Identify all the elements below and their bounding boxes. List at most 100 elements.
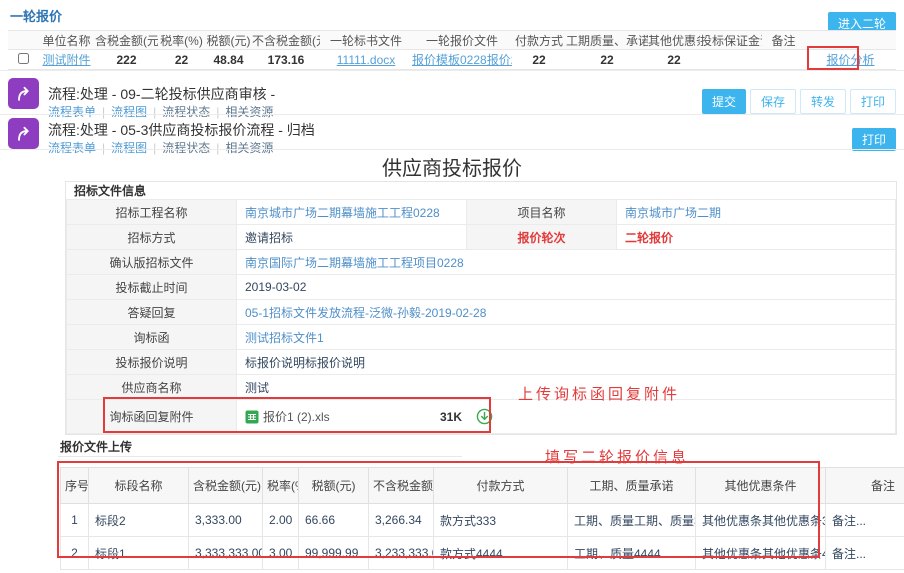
bid-info-table: 招标工程名称 南京城市广场二期幕墙施工工程0228 项目名称 南京城市广场二期 … <box>66 199 896 434</box>
cell-section-name: 标段2 <box>89 504 189 537</box>
bid-doc-link[interactable]: 11111.docx <box>337 53 396 67</box>
value-deadline: 2019-03-02 <box>237 275 896 300</box>
cell-duration-quality: 22 <box>566 53 648 67</box>
cell-other-terms: 22 <box>648 53 700 67</box>
excel-file-icon <box>245 410 259 424</box>
workflow-icon <box>8 78 39 109</box>
row-checkbox[interactable] <box>18 53 29 64</box>
col-section-name: 标段名称 <box>89 468 189 504</box>
col-amount-incl: 含税金额(元) <box>95 32 158 49</box>
download-icon[interactable] <box>476 408 493 425</box>
cell-remark: 备注... <box>826 504 904 537</box>
col-duration-quality: 工期质量、承诺 <box>566 32 648 49</box>
label-round: 报价轮次 <box>467 225 617 250</box>
annotation-upload-text: 上传询标函回复附件 <box>518 383 680 404</box>
cell-tax-amount: 66.66 <box>299 504 369 537</box>
value-project[interactable]: 南京城市广场二期幕墙施工工程0228 <box>245 206 440 220</box>
save-button[interactable]: 保存 <box>750 89 796 114</box>
col-tax-amount: 税额(元) <box>299 468 369 504</box>
label-project: 招标工程名称 <box>67 200 237 225</box>
link-flow-chart[interactable]: 流程图 <box>111 105 147 119</box>
link-flow-status[interactable]: 流程状态 <box>162 105 210 119</box>
col-payment: 付款方式 <box>512 32 566 49</box>
table-row: 1 标段2 3,333.00 2.00 66.66 3,266.34 款方式33… <box>61 504 904 537</box>
cell-seq: 1 <box>61 504 89 537</box>
col-other-terms: 其他优惠条件 <box>696 468 826 504</box>
col-seq: 序号 <box>61 468 89 504</box>
col-bid-doc: 一轮标书文件 <box>320 32 412 49</box>
col-remark: 备注 <box>762 32 805 49</box>
label-inquiry: 询标函 <box>67 325 237 350</box>
cell-other-terms: 其他优惠条其他优惠条44 <box>696 537 826 570</box>
cell-amount-incl: 222 <box>95 53 158 67</box>
value-round: 二轮报价 <box>625 231 673 245</box>
cell-amount-excl: 173.16 <box>252 53 320 67</box>
cell-duration-quality: 工期、质量4444 <box>568 537 696 570</box>
quote-doc-link[interactable]: 报价模板0228报价2.xls <box>412 53 512 67</box>
link-flow-form[interactable]: 流程表单 <box>48 105 96 119</box>
label-inquiry-reply-attachment: 询标函回复附件 <box>67 400 237 434</box>
attachment-item: 报价1 (2).xls 31K <box>245 408 493 425</box>
workflow1-title: 流程:处理 - 09-二轮投标供应商审核 - <box>48 84 275 104</box>
section-title-bid-info: 招标文件信息 <box>66 182 896 199</box>
col-amount-excl: 不含税金额(元) <box>369 468 434 504</box>
value-project-name[interactable]: 南京城市广场二期 <box>625 206 721 220</box>
col-tax-rate: 税率(%) <box>158 32 205 49</box>
round1-table: 单位名称 含税金额(元) 税率(%) 税额(元) 不含税金额(元) 一轮标书文件… <box>8 30 896 70</box>
label-deadline: 投标截止时间 <box>67 275 237 300</box>
label-quote-note: 投标报价说明 <box>67 350 237 375</box>
print-button[interactable]: 打印 <box>852 128 896 151</box>
label-qa-reply: 答疑回复 <box>67 300 237 325</box>
cell-seq: 2 <box>61 537 89 570</box>
unit-name-link[interactable]: 测试附件 <box>42 53 90 67</box>
cell-payment: 22 <box>512 53 566 67</box>
col-bid-bond: 投标保证金证... <box>700 32 762 49</box>
round1-title: 一轮报价 <box>10 6 62 25</box>
value-confirm-doc[interactable]: 南京国际广场二期幕墙施工工程项目0228 <box>245 256 464 270</box>
divider <box>0 149 904 150</box>
forward-button[interactable]: 转发 <box>800 89 846 114</box>
divider <box>58 456 462 457</box>
quote-table-header: 序号 标段名称 含税金额(元) 税率(%) 税额(元) 不含税金额(元) 付款方… <box>61 468 904 504</box>
cell-remark: 备注... <box>826 537 904 570</box>
workflow2-buttons: 打印 <box>852 128 896 151</box>
print-button[interactable]: 打印 <box>850 89 896 114</box>
col-remark: 备注 <box>826 468 904 504</box>
cell-amount-incl: 3,333,333.00 <box>189 537 263 570</box>
bid-info-section: 招标文件信息 招标工程名称 南京城市广场二期幕墙施工工程0228 项目名称 南京… <box>65 181 897 435</box>
cell-amount-incl: 3,333.00 <box>189 504 263 537</box>
cell-payment: 款方式333 <box>434 504 568 537</box>
cell-tax-rate: 3.00 <box>263 537 299 570</box>
attachment-filename[interactable]: 报价1 (2).xls <box>263 408 440 425</box>
cell-tax-amount: 99,999.99 <box>299 537 369 570</box>
attachment-size: 31K <box>440 410 462 424</box>
workflow1-links: 流程表单|流程图|流程状态|相关资源 <box>48 103 273 120</box>
link-related-resources[interactable]: 相关资源 <box>225 105 273 119</box>
value-inquiry[interactable]: 测试招标文件1 <box>245 331 324 345</box>
workflow-icon <box>8 118 39 149</box>
page-title: 供应商投标报价 <box>0 152 904 181</box>
divider <box>0 114 904 115</box>
quote-table: 序号 标段名称 含税金额(元) 税率(%) 税额(元) 不含税金额(元) 付款方… <box>60 467 904 570</box>
annotation-fill-text: 填写二轮报价信息 <box>545 446 689 467</box>
table-row: 测试附件 222 22 48.84 173.16 11111.docx 报价模板… <box>8 50 896 70</box>
col-amount-incl: 含税金额(元) <box>189 468 263 504</box>
table-row: 2 标段1 3,333,333.00 3.00 99,999.99 3,233,… <box>61 537 904 570</box>
divider <box>0 70 904 71</box>
quote-analysis-link[interactable]: 报价分析 <box>826 53 874 67</box>
col-duration-quality: 工期、质量承诺 <box>568 468 696 504</box>
col-unit-name: 单位名称 <box>38 32 95 49</box>
col-amount-excl: 不含税金额(元) <box>252 32 320 49</box>
round1-table-header: 单位名称 含税金额(元) 税率(%) 税额(元) 不含税金额(元) 一轮标书文件… <box>8 31 896 50</box>
cell-amount-excl: 3,266.34 <box>369 504 434 537</box>
workflow2-title: 流程:处理 - 05-3供应商投标报价流程 - 归档 <box>48 120 315 140</box>
label-supplier: 供应商名称 <box>67 375 237 400</box>
cell-amount-excl: 3,233,333.01 <box>369 537 434 570</box>
col-quote-doc: 一轮报价文件 <box>412 32 512 49</box>
cell-tax-rate: 22 <box>158 53 205 67</box>
col-other-terms: 其他优惠条件 <box>648 32 700 49</box>
label-confirm-doc: 确认版招标文件 <box>67 250 237 275</box>
submit-button[interactable]: 提交 <box>702 89 746 114</box>
value-qa-reply[interactable]: 05-1招标文件发放流程-泛微-孙毅-2019-02-28 <box>245 306 486 320</box>
cell-section-name: 标段1 <box>89 537 189 570</box>
